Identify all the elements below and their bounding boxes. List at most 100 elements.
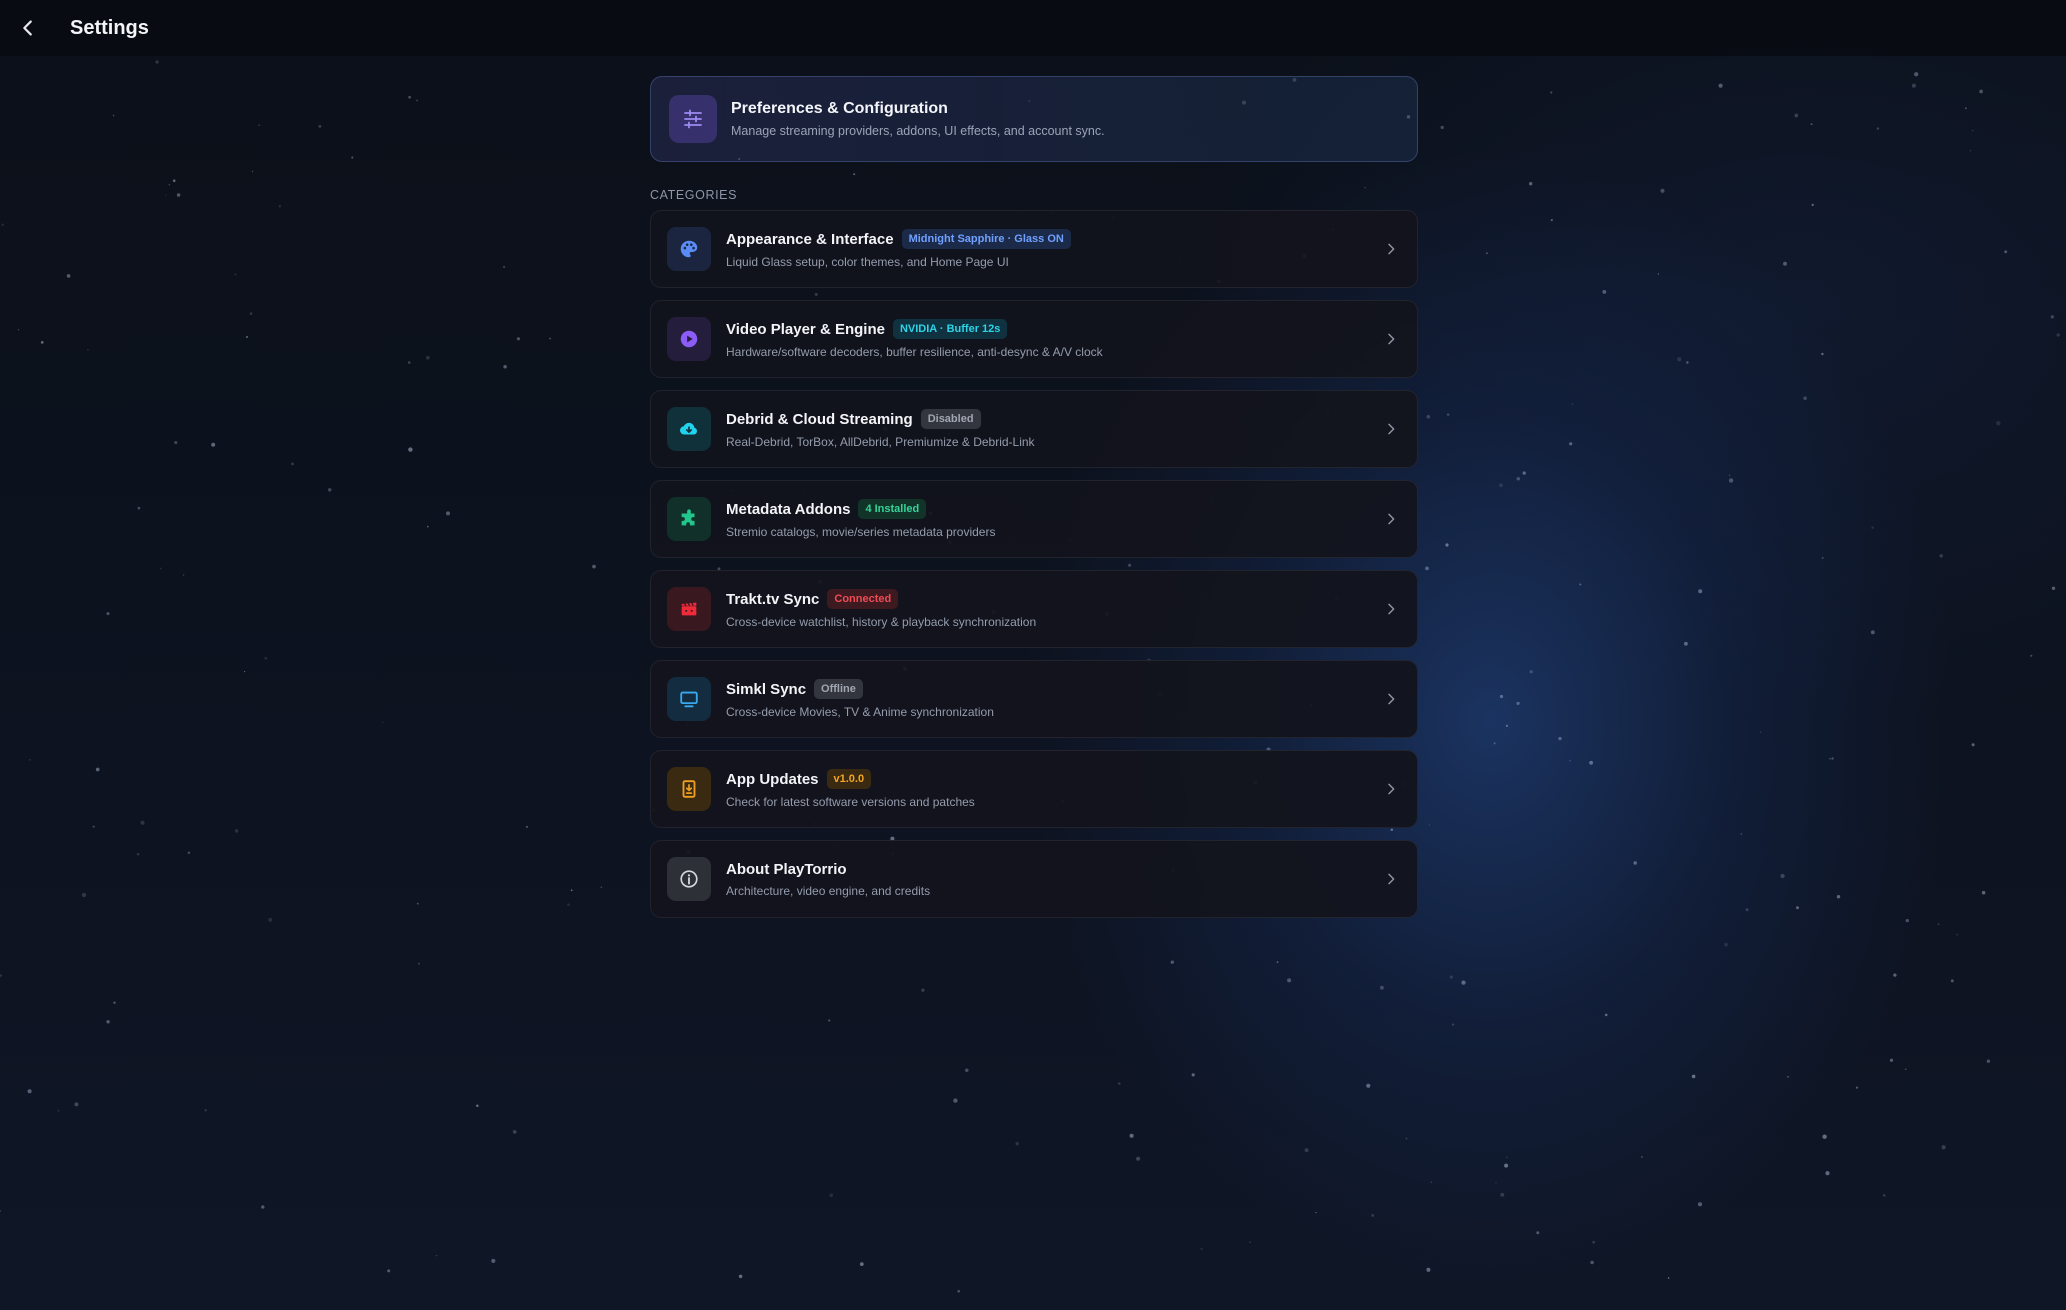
star [1550, 91, 1553, 94]
star [211, 442, 216, 447]
star [1740, 833, 1743, 835]
clapperboard-icon [667, 587, 711, 631]
star [1728, 478, 1734, 483]
star [1366, 1083, 1371, 1088]
star [516, 337, 520, 341]
sliders-icon [669, 95, 717, 143]
preferences-hero-card: Preferences & Configuration Manage strea… [650, 76, 1418, 162]
chevron-right-icon [1381, 509, 1401, 529]
star [426, 525, 429, 528]
back-button[interactable] [0, 0, 56, 56]
category-item-video-player[interactable]: Video Player & Engine NVIDIA · Buffer 12… [650, 300, 1418, 378]
star [1504, 1163, 1509, 1168]
category-description: Hardware/software decoders, buffer resil… [726, 345, 1103, 359]
star [446, 511, 450, 516]
star [291, 462, 294, 466]
star [1129, 1133, 1134, 1138]
star [1590, 1260, 1594, 1265]
star [2051, 586, 2056, 590]
star [1461, 980, 1466, 985]
star [1452, 1023, 1455, 1026]
category-item-about[interactable]: About PlayTorrio Architecture, video eng… [650, 840, 1418, 918]
star [159, 567, 162, 570]
category-item-trakt[interactable]: Trakt.tv Sync Connected Cross-device wat… [650, 570, 1418, 648]
star [2030, 654, 2033, 657]
star [1371, 1213, 1375, 1217]
star [1641, 1156, 1643, 1158]
star [1760, 731, 1762, 733]
star [1950, 979, 1954, 983]
star [1893, 973, 1897, 977]
star [86, 348, 89, 351]
hero-title: Preferences & Configuration [731, 100, 948, 117]
category-title: Appearance & Interface [726, 230, 894, 248]
category-item-appearance[interactable]: Appearance & Interface Midnight Sapphire… [650, 210, 1418, 288]
star [112, 114, 115, 117]
star [491, 1258, 496, 1263]
star [1592, 1240, 1596, 1244]
star [1965, 107, 1967, 110]
download-box-icon [667, 767, 711, 811]
star [1379, 985, 1384, 990]
chevron-right-icon [1381, 599, 1401, 619]
star [1506, 1156, 1508, 1158]
star [1667, 1277, 1670, 1279]
star [95, 767, 100, 772]
puzzle-icon [667, 497, 711, 541]
star [1118, 1082, 1121, 1085]
category-item-simkl[interactable]: Simkl Sync Offline Cross-device Movies, … [650, 660, 1418, 738]
star [40, 341, 44, 344]
star [113, 1001, 116, 1004]
star [176, 193, 181, 197]
star [1787, 1075, 1789, 1078]
status-badge: NVIDIA · Buffer 12s [892, 319, 1008, 339]
star [1718, 83, 1723, 88]
chevron-right-icon [1381, 779, 1401, 799]
star [204, 1109, 207, 1112]
star [1697, 1202, 1703, 1207]
chevron-right-icon [1381, 689, 1401, 709]
star [567, 903, 570, 907]
category-title: Metadata Addons [726, 500, 851, 518]
category-title: About PlayTorrio [726, 860, 847, 878]
star [0, 974, 2, 977]
status-badge: 4 Installed [858, 499, 927, 519]
star [57, 1110, 60, 1112]
star [503, 365, 507, 369]
star [1425, 566, 1429, 571]
settings-content: Preferences & Configuration Manage strea… [650, 76, 1418, 930]
star [251, 170, 254, 173]
star [1698, 589, 1703, 594]
status-badge: Connected [827, 589, 899, 609]
star [1287, 978, 1292, 983]
star [592, 564, 596, 569]
star [137, 506, 141, 510]
star [1315, 1211, 1317, 1214]
star [1529, 670, 1533, 674]
category-description: Check for latest software versions and p… [726, 795, 975, 809]
star [1499, 483, 1503, 488]
top-bar: Settings [0, 0, 2066, 56]
palette-icon [667, 227, 711, 271]
star [0, 1209, 2, 1213]
star [1569, 442, 1573, 446]
star [1783, 261, 1787, 266]
star [165, 194, 167, 197]
category-item-debrid[interactable]: Debrid & Cloud Streaming Disabled Real-D… [650, 390, 1418, 468]
star [1829, 757, 1831, 760]
star [1536, 1231, 1540, 1235]
star [1780, 873, 1785, 879]
star [1969, 149, 1972, 152]
star [1249, 1241, 1251, 1244]
chevron-right-icon [1381, 239, 1401, 259]
category-item-app-updates[interactable]: App Updates v1.0.0 Check for latest soft… [650, 750, 1418, 828]
star [1015, 1142, 1019, 1146]
star [1728, 474, 1731, 477]
star [957, 1289, 961, 1293]
category-item-metadata-addons[interactable]: Metadata Addons 4 Installed Stremio cata… [650, 480, 1418, 558]
star [155, 60, 159, 64]
star [1170, 960, 1174, 964]
star [502, 265, 506, 269]
star [351, 156, 354, 159]
category-title: App Updates [726, 770, 819, 788]
